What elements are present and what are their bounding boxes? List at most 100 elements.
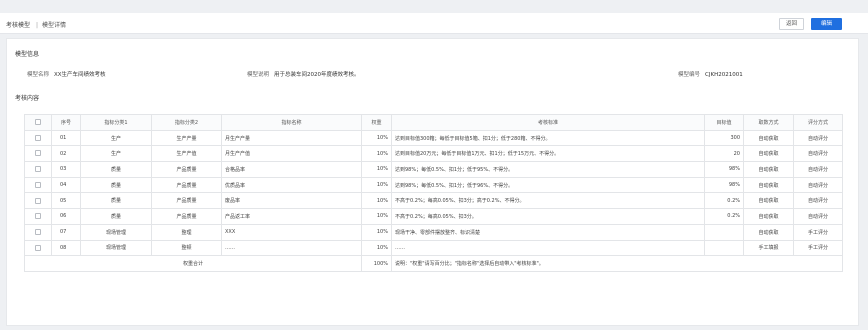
target-value <box>704 223 744 241</box>
table-row[interactable]: 07 现场管理 整理 XXX 10% 现场干净、零部件摆放整齐、标识清楚 自动获取 手工评分 <box>24 223 843 241</box>
row-index: 04 <box>51 176 81 194</box>
weight-total-row: 权重合计 100% 说明："权重"请写百分比；"指标名称"选择后自动带入"考核标… <box>24 255 843 272</box>
weight: 10% <box>361 208 392 225</box>
row-index: 08 <box>51 239 81 257</box>
category-1: 质量 <box>80 161 152 178</box>
row-select-cell[interactable] <box>24 129 52 147</box>
model-name-field: 模型名称 XX生产车间绩效考核 <box>27 70 106 78</box>
col-header: 指标分类2 <box>151 114 222 131</box>
table-row[interactable]: 02 生产 生产产值 月生产产值 10% 达到目标值20万元；每低于目标值1万元、扣1分；… <box>24 145 843 163</box>
target-value: 0.2% <box>704 192 744 210</box>
col-header: 考核标准 <box>391 114 705 131</box>
weight: 10% <box>361 192 392 210</box>
data-source-method: 自动获取 <box>743 161 794 178</box>
scoring-method: 自动评分 <box>793 161 843 178</box>
table-row[interactable]: 08 现场管理 整顿…… 10%…… 手工填报 手工评分 <box>24 239 843 257</box>
category-2: 产品质量 <box>151 192 222 210</box>
table-header-row: 序号 指标分类1 指标分类2 指标名称 权重 考核标准 目标值 取数方式 评分方… <box>24 114 843 131</box>
model-desc-field: 模型说明 用于总装车间2020年度绩效考核。 <box>247 70 360 78</box>
row-checkbox[interactable] <box>35 244 41 251</box>
target-value <box>704 239 744 257</box>
assessment-standard: 达到98%；每低0.5%、扣1分；低于95%、不得分。 <box>391 161 705 178</box>
col-header: 序号 <box>51 114 81 131</box>
scoring-method: 自动评分 <box>793 145 843 163</box>
model-code-field: 模型编号 CJKH2021001 <box>678 70 743 78</box>
indicator-name: 合格品率 <box>221 161 362 178</box>
row-checkbox[interactable] <box>35 150 41 157</box>
row-select-cell[interactable] <box>24 192 52 210</box>
assessment-standard: 达到98%；每低0.5%、扣1分；低于96%、不得分。 <box>391 176 705 194</box>
row-checkbox[interactable] <box>35 134 41 141</box>
category-2: 生产产值 <box>151 145 222 163</box>
breadcrumb: 考核模型 | 模型详情 <box>6 20 66 29</box>
table-row[interactable]: 01 生产 生产产量 月生产产量 10% 达到目标值300箱；每低于目标值5箱、扣1分；低… <box>24 129 843 147</box>
row-checkbox[interactable] <box>35 166 41 173</box>
scoring-method: 自动评分 <box>793 192 843 210</box>
model-desc-label: 模型说明 <box>247 72 270 78</box>
data-source-method: 自动获取 <box>743 192 794 210</box>
row-checkbox[interactable] <box>35 213 41 220</box>
table-row[interactable]: 06 质量 产品质量 产品返工率 10% 不高于0.2%；每高0.05%、扣3分。 0.2%… <box>24 208 843 225</box>
category-2: 整顿 <box>151 239 222 257</box>
data-source-method: 手工填报 <box>743 239 794 257</box>
category-2: 产品质量 <box>151 208 222 225</box>
table-row[interactable]: 04 质量 产品质量 优质品率 10% 达到98%；每低0.5%、扣1分；低于96%、不得… <box>24 176 843 194</box>
row-index: 07 <box>51 223 81 241</box>
data-source-method: 自动获取 <box>743 176 794 194</box>
row-checkbox[interactable] <box>35 181 41 188</box>
target-value: 98% <box>704 176 744 194</box>
row-index: 01 <box>51 129 81 147</box>
category-1: 质量 <box>80 208 152 225</box>
assessment-standard: 现场干净、零部件摆放整齐、标识清楚 <box>391 223 705 241</box>
category-2: 产品质量 <box>151 176 222 194</box>
row-checkbox[interactable] <box>35 228 41 235</box>
model-desc-value: 用于总装车间2020年度绩效考核。 <box>274 72 360 78</box>
edit-button[interactable]: 编辑 <box>811 18 842 30</box>
weight-total-label: 权重合计 <box>24 255 362 272</box>
indicator-name: …… <box>221 239 362 257</box>
target-value: 98% <box>704 161 744 178</box>
breadcrumb-current: 模型详情 <box>42 22 67 29</box>
category-2: 产品质量 <box>151 161 222 178</box>
row-select-cell[interactable] <box>24 239 52 257</box>
row-index: 02 <box>51 145 81 163</box>
row-select-cell[interactable] <box>24 161 52 178</box>
row-checkbox[interactable] <box>35 197 41 204</box>
row-select-cell[interactable] <box>24 176 52 194</box>
target-value: 0.2% <box>704 208 744 225</box>
target-value: 20 <box>704 145 744 163</box>
col-header: 指标分类1 <box>80 114 152 131</box>
scoring-method: 自动评分 <box>793 129 843 147</box>
weight-total-value: 100% <box>361 255 392 272</box>
category-1: 生产 <box>80 129 152 147</box>
col-header: 目标值 <box>704 114 744 131</box>
table-row[interactable]: 03 质量 产品质量 合格品率 10% 达到98%；每低0.5%、扣1分；低于95%、不得… <box>24 161 843 178</box>
weight: 10% <box>361 129 392 147</box>
table-row[interactable]: 05 质量 产品质量 废品率 10% 不高于0.2%；每高0.05%、扣3分；高于0.2%… <box>24 192 843 210</box>
model-info-title: 模型信息 <box>15 51 40 58</box>
model-code-value: CJKH2021001 <box>705 72 743 78</box>
top-bar: 考核模型 | 模型详情 返回 编辑 <box>0 13 868 34</box>
row-select-cell[interactable] <box>24 145 52 163</box>
row-select-cell[interactable] <box>24 208 52 225</box>
model-name-label: 模型名称 <box>27 72 50 78</box>
data-source-method: 自动获取 <box>743 208 794 225</box>
category-1: 质量 <box>80 176 152 194</box>
col-header: 权重 <box>361 114 392 131</box>
assessment-table: 序号 指标分类1 指标分类2 指标名称 权重 考核标准 目标值 取数方式 评分方… <box>24 114 843 272</box>
breadcrumb-model-list[interactable]: 考核模型 <box>6 22 30 29</box>
indicator-name: 月生产产值 <box>221 145 362 163</box>
row-select-cell[interactable] <box>24 223 52 241</box>
back-button[interactable]: 返回 <box>779 18 804 30</box>
detail-card: 模型信息 模型名称 XX生产车间绩效考核 模型说明 用于总装车间2020年度绩效考核… <box>6 38 859 326</box>
scoring-method: 自动评分 <box>793 208 843 225</box>
page: 考核模型 | 模型详情 返回 编辑 模型信息 模型名称 XX生产车间绩效考核 模型说明… <box>0 0 868 330</box>
target-value: 300 <box>704 129 744 147</box>
row-index: 06 <box>51 208 81 225</box>
select-all-cell[interactable] <box>24 114 52 131</box>
select-all-checkbox[interactable] <box>35 119 41 126</box>
category-1: 现场管理 <box>80 223 152 241</box>
data-source-method: 自动获取 <box>743 223 794 241</box>
col-header: 指标名称 <box>221 114 362 131</box>
assessment-standard: 不高于0.2%；每高0.05%、扣3分；高于0.2%、不得分。 <box>391 192 705 210</box>
